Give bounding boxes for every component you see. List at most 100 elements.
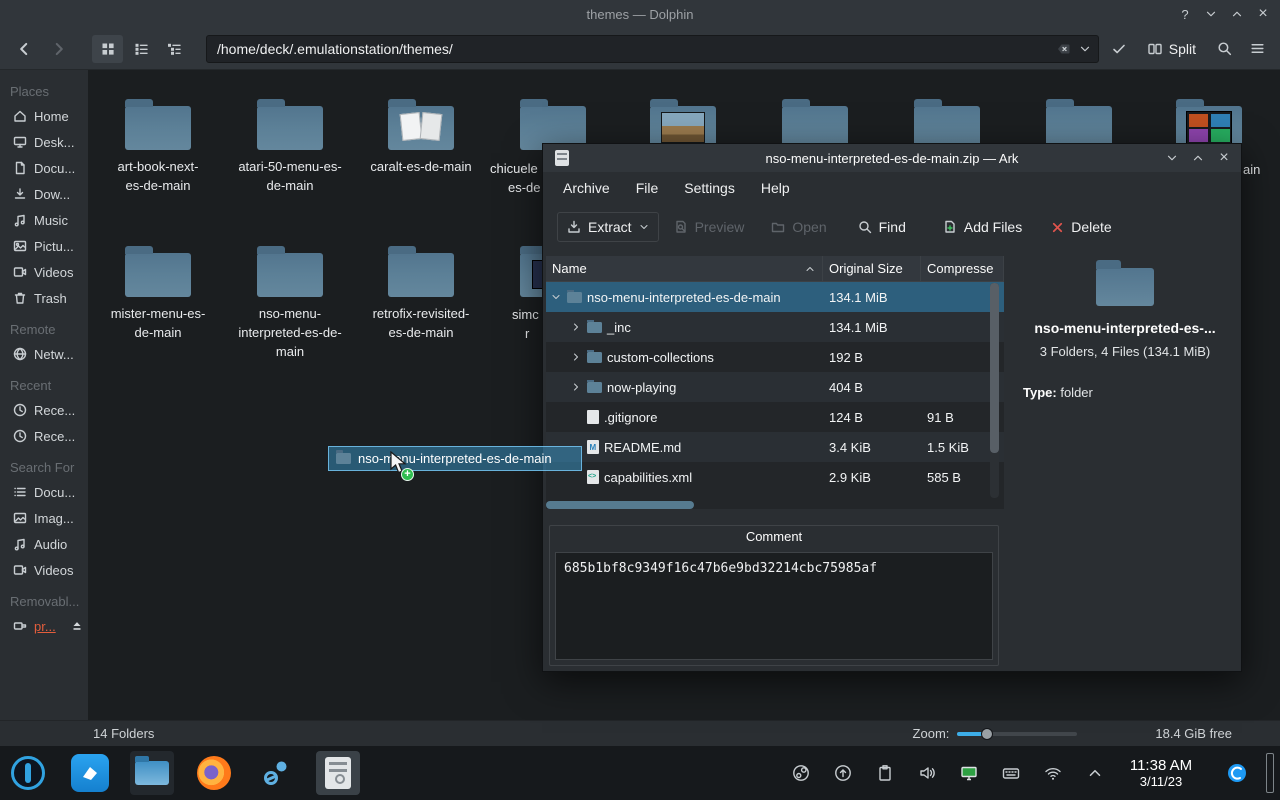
preview-button[interactable]: Preview — [665, 213, 753, 241]
folder-item[interactable] — [753, 94, 877, 150]
return-to-gaming-mode[interactable] — [68, 751, 112, 795]
sidebar-item-documents[interactable]: Docu... — [0, 155, 88, 181]
details-view-button[interactable] — [158, 35, 189, 63]
expand-tray-icon[interactable] — [1084, 762, 1106, 784]
split-view-button[interactable]: Split — [1139, 35, 1204, 63]
forward-button[interactable] — [45, 35, 73, 63]
eject-icon[interactable] — [70, 619, 84, 633]
maximize-button[interactable] — [1228, 5, 1246, 23]
menu-settings[interactable]: Settings — [672, 176, 747, 200]
compact-view-button[interactable] — [125, 35, 156, 63]
expander-collapsed-icon[interactable] — [570, 351, 582, 363]
sidebar-item-search-images[interactable]: Imag... — [0, 505, 88, 531]
sidebar-item-desktop[interactable]: Desk... — [0, 129, 88, 155]
extract-button[interactable]: Extract — [557, 212, 659, 242]
tray-app-icon[interactable] — [1226, 762, 1248, 784]
table-row[interactable]: now-playing 404 B — [546, 372, 1004, 402]
icons-view-button[interactable] — [92, 34, 123, 63]
search-button[interactable] — [1211, 36, 1237, 62]
taskbar-dolphin[interactable] — [130, 751, 174, 795]
folder-item[interactable] — [491, 94, 615, 150]
column-name[interactable]: Name — [546, 256, 823, 281]
taskbar-ark[interactable] — [316, 751, 360, 795]
column-original-size[interactable]: Original Size — [823, 256, 921, 281]
clear-location-icon[interactable] — [1056, 41, 1072, 57]
location-bar[interactable]: /home/deck/.emulationstation/themes/ — [206, 34, 1099, 63]
sidebar-item-search-audio[interactable]: Audio — [0, 531, 88, 557]
sidebar-item-recent-files[interactable]: Rece... — [0, 397, 88, 423]
taskbar-steam[interactable] — [254, 751, 298, 795]
steam-tray-icon[interactable] — [790, 762, 812, 784]
sidebar-item-pictures[interactable]: Pictu... — [0, 233, 88, 259]
expander-collapsed-icon[interactable] — [570, 381, 582, 393]
vertical-scrollbar[interactable] — [990, 283, 999, 498]
sidebar-item-recent-locations[interactable]: Rece... — [0, 423, 88, 449]
sidebar-item-trash[interactable]: Trash — [0, 285, 88, 311]
table-row[interactable]: README.md 3.4 KiB 1.5 KiB — [546, 432, 1004, 462]
folder-item[interactable] — [885, 94, 1009, 150]
keyboard-tray-icon[interactable] — [1000, 762, 1022, 784]
folder-item[interactable]: mister-menu-es-de-main — [96, 241, 220, 342]
table-row[interactable]: custom-collections 192 B — [546, 342, 1004, 372]
table-row[interactable]: capabilities.xml 2.9 KiB 585 B — [546, 462, 1004, 492]
table-row[interactable]: .gitignore 124 B 91 B — [546, 402, 1004, 432]
screen-tray-icon[interactable] — [958, 762, 980, 784]
expander-expanded-icon[interactable] — [550, 291, 562, 303]
table-row[interactable]: nso-menu-interpreted-es-de-main 134.1 Mi… — [546, 282, 1004, 312]
menu-archive[interactable]: Archive — [551, 176, 622, 200]
back-button[interactable] — [10, 35, 38, 63]
folder-item[interactable]: atari-50-menu-es-de-main — [228, 94, 352, 195]
application-launcher[interactable] — [6, 751, 50, 795]
archive-table[interactable]: Name Original Size Compresse nso-menu-in… — [546, 256, 1004, 501]
close-button[interactable]: × — [1215, 149, 1233, 167]
scrollbar-thumb[interactable] — [990, 283, 999, 453]
updates-tray-icon[interactable] — [832, 762, 854, 784]
ark-titlebar[interactable]: nso-menu-interpreted-es-de-main.zip — Ar… — [543, 144, 1241, 172]
dolphin-titlebar[interactable]: themes — Dolphin ? × — [0, 0, 1280, 28]
clipboard-tray-icon[interactable] — [874, 762, 896, 784]
clock[interactable]: 11:38 AM 3/11/23 — [1118, 757, 1204, 789]
folder-item[interactable]: nso-menu-interpreted-es-de-main — [228, 241, 352, 361]
folder-item[interactable]: caralt-es-de-main — [359, 94, 483, 176]
network-tray-icon[interactable] — [1042, 762, 1064, 784]
folder-item[interactable]: art-book-next-es-de-main — [96, 94, 220, 195]
delete-button[interactable]: Delete — [1042, 213, 1119, 241]
sidebar-item-network[interactable]: Netw... — [0, 341, 88, 367]
sidebar-item-search-videos[interactable]: Videos — [0, 557, 88, 583]
comment-text[interactable]: 685b1bf8c9349f16c47b6e9bd32214cbc75985af — [555, 552, 993, 660]
open-button[interactable]: Open — [762, 213, 834, 241]
expander-collapsed-icon[interactable] — [570, 321, 582, 333]
minimize-button[interactable] — [1202, 5, 1220, 23]
folder-item[interactable] — [621, 94, 745, 150]
show-desktop-button[interactable] — [1266, 753, 1274, 793]
maximize-button[interactable] — [1189, 149, 1207, 167]
minimize-button[interactable] — [1163, 149, 1181, 167]
close-button[interactable]: × — [1254, 5, 1272, 23]
horizontal-scrollbar[interactable] — [546, 501, 1004, 509]
accept-location-button[interactable] — [1106, 36, 1132, 62]
location-dropdown-icon[interactable] — [1078, 42, 1092, 56]
add-files-button[interactable]: Add Files — [934, 213, 1030, 241]
location-text[interactable]: /home/deck/.emulationstation/themes/ — [217, 41, 1050, 57]
table-row[interactable]: _inc 134.1 MiB — [546, 312, 1004, 342]
hamburger-menu-button[interactable] — [1244, 36, 1270, 62]
zoom-slider-handle[interactable] — [981, 727, 994, 740]
sidebar-item-home[interactable]: Home — [0, 103, 88, 129]
zoom-slider[interactable] — [957, 727, 1078, 741]
find-button[interactable]: Find — [849, 213, 914, 241]
menu-file[interactable]: File — [624, 176, 671, 200]
sidebar-item-downloads[interactable]: Dow... — [0, 181, 88, 207]
column-compressed-size[interactable]: Compresse — [921, 256, 1004, 281]
help-button[interactable]: ? — [1176, 5, 1194, 23]
volume-tray-icon[interactable] — [916, 762, 938, 784]
folder-item[interactable] — [1017, 94, 1141, 150]
sidebar-item-videos[interactable]: Videos — [0, 259, 88, 285]
sidebar-item-music[interactable]: Music — [0, 207, 88, 233]
taskbar-firefox[interactable] — [192, 751, 236, 795]
scrollbar-thumb[interactable] — [546, 501, 694, 509]
folder-item[interactable]: retrofix-revisited-es-de-main — [359, 241, 483, 342]
menu-help[interactable]: Help — [749, 176, 802, 200]
folder-item[interactable] — [1147, 94, 1271, 150]
sidebar-item-search-documents[interactable]: Docu... — [0, 479, 88, 505]
sidebar-item-removable-device[interactable]: pr... — [0, 613, 88, 639]
